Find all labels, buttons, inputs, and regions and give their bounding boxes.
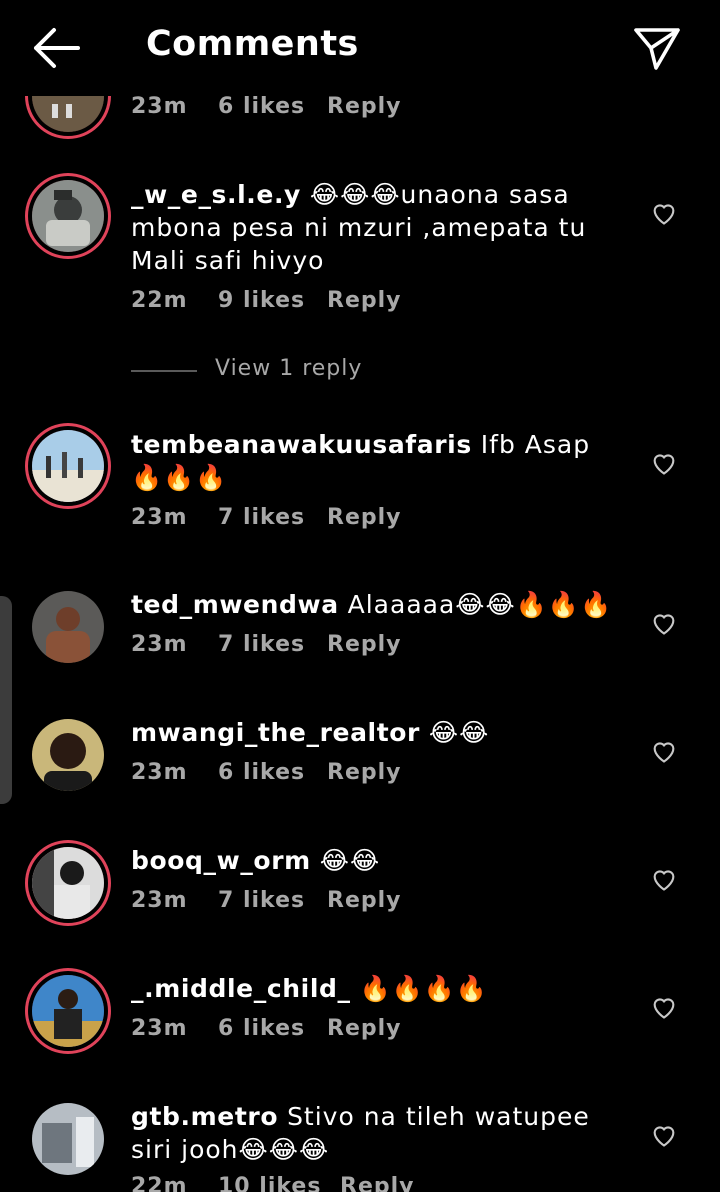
comment-username[interactable]: gtb.metro <box>131 1102 278 1131</box>
comment-time: 23m <box>131 505 188 530</box>
comment-body: Alaaaaa😂😂🔥🔥🔥 <box>347 590 613 619</box>
heart-icon[interactable] <box>650 866 678 892</box>
view-replies-label: View 1 reply <box>215 356 363 381</box>
view-replies-button[interactable]: View 1 reply <box>131 356 531 390</box>
comment-likes[interactable]: 6 likes <box>218 1016 305 1041</box>
reply-button[interactable]: Reply <box>340 1174 415 1192</box>
comment-text: ted_mwendwa Alaaaaa😂😂🔥🔥🔥 <box>131 588 621 621</box>
reply-button[interactable]: Reply <box>327 505 402 530</box>
comment-body: 😂😂 <box>319 846 381 875</box>
edge-panel-handle[interactable] <box>0 596 12 804</box>
heart-icon[interactable] <box>650 450 678 476</box>
comments-list: 23m 6 likes Reply _w_e_s.l.e.y 😂😂😂unaona… <box>0 0 720 1192</box>
comment-username[interactable]: booq_w_orm <box>131 846 311 875</box>
comment-username[interactable]: mwangi_the_realtor <box>131 718 420 747</box>
comment-time: 22m <box>131 288 188 313</box>
comment-text: _w_e_s.l.e.y 😂😂😂unaona sasa mbona pesa n… <box>131 178 621 277</box>
reply-button[interactable]: Reply <box>327 94 402 119</box>
avatar[interactable] <box>32 975 104 1047</box>
avatar[interactable] <box>32 430 104 502</box>
paper-plane-icon[interactable] <box>632 24 682 72</box>
comment-text: mwangi_the_realtor 😂😂 <box>131 716 621 749</box>
comment-likes[interactable]: 7 likes <box>218 505 305 530</box>
arrow-left-icon[interactable] <box>30 26 82 70</box>
comment-likes[interactable]: 10 likes <box>218 1174 321 1192</box>
heart-icon[interactable] <box>650 610 678 636</box>
comment-likes[interactable]: 6 likes <box>218 760 305 785</box>
comment-body: 😂😂 <box>428 718 490 747</box>
reply-button[interactable]: Reply <box>327 888 402 913</box>
avatar[interactable] <box>32 847 104 919</box>
heart-icon[interactable] <box>650 994 678 1020</box>
reply-button[interactable]: Reply <box>327 1016 402 1041</box>
avatar[interactable] <box>32 180 104 252</box>
heart-icon[interactable] <box>650 738 678 764</box>
heart-icon[interactable] <box>650 1122 678 1148</box>
comment-likes[interactable]: 6 likes <box>218 94 305 119</box>
comment-likes[interactable]: 7 likes <box>218 888 305 913</box>
avatar[interactable] <box>32 719 104 791</box>
avatar[interactable] <box>32 591 104 663</box>
comment-username[interactable]: _.middle_child_ <box>131 974 351 1003</box>
divider <box>131 370 197 372</box>
comment-time: 23m <box>131 632 188 657</box>
page-title: Comments <box>146 24 359 64</box>
comment-time: 23m <box>131 94 188 119</box>
heart-icon[interactable] <box>650 200 678 226</box>
comment-text: tembeanawakuusafaris Ifb Asap 🔥🔥🔥 <box>131 428 621 494</box>
comment-text: booq_w_orm 😂😂 <box>131 844 621 877</box>
comment-time: 23m <box>131 760 188 785</box>
comment-time: 23m <box>131 1016 188 1041</box>
comment-time: 22m <box>131 1174 188 1192</box>
comment-text: _.middle_child_ 🔥🔥🔥🔥 <box>131 972 621 1005</box>
comment-text: gtb.metro Stivo na tileh watupee siri jo… <box>131 1100 621 1166</box>
comment-username[interactable]: tembeanawakuusafaris <box>131 430 472 459</box>
comment-body: 🔥🔥🔥🔥 <box>359 974 489 1003</box>
reply-button[interactable]: Reply <box>327 632 402 657</box>
header-bar: Comments <box>0 0 720 96</box>
comment-likes[interactable]: 9 likes <box>218 288 305 313</box>
comment-username[interactable]: ted_mwendwa <box>131 590 339 619</box>
comment-username[interactable]: _w_e_s.l.e.y <box>131 180 301 209</box>
reply-button[interactable]: Reply <box>327 288 402 313</box>
comment-time: 23m <box>131 888 188 913</box>
comment-likes[interactable]: 7 likes <box>218 632 305 657</box>
avatar[interactable] <box>32 1103 104 1175</box>
reply-button[interactable]: Reply <box>327 760 402 785</box>
